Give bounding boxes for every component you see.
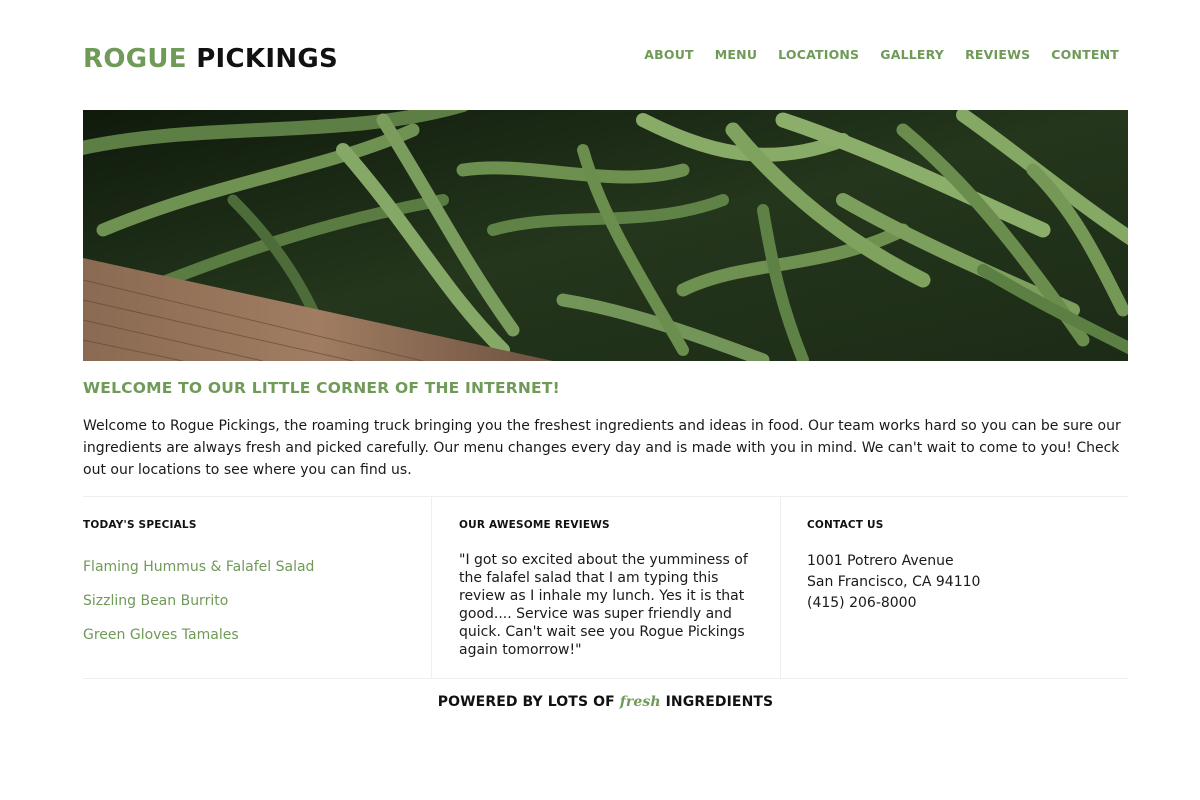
logo-word-pickings: PICKINGS [196, 44, 339, 74]
contact-section: CONTACT US 1001 Potrero Avenue San Franc… [780, 497, 1128, 678]
site-footer: POWERED BY LOTS OF fresh INGREDIENTS [83, 694, 1128, 710]
special-item-bean-burrito[interactable]: Sizzling Bean Burrito [83, 592, 411, 610]
logo-word-rogue: ROGUE [83, 44, 187, 74]
contact-details: 1001 Potrero Avenue San Francisco, CA 94… [807, 551, 1128, 614]
review-quote: "I got so excited about the yumminess of… [459, 552, 748, 658]
specials-list: Flaming Hummus & Falafel Salad Sizzling … [83, 558, 411, 644]
specials-section: TODAY'S SPECIALS Flaming Hummus & Falafe… [83, 497, 431, 678]
nav-content[interactable]: CONTENT [1051, 47, 1119, 62]
site-logo[interactable]: ROGUE PICKINGS [83, 44, 338, 74]
footer-text-before: POWERED BY LOTS OF [437, 694, 615, 710]
nav-locations[interactable]: LOCATIONS [778, 47, 859, 62]
contact-heading: CONTACT US [807, 519, 884, 531]
nav-menu[interactable]: MENU [715, 47, 757, 62]
reviews-section: OUR AWESOME REVIEWS "I got so excited ab… [431, 497, 780, 678]
hero-image-green-beans [83, 110, 1128, 361]
site-header: ROGUE PICKINGS ABOUT MENU LOCATIONS GALL… [83, 0, 1128, 110]
main-nav: ABOUT MENU LOCATIONS GALLERY REVIEWS CON… [644, 47, 1119, 62]
special-item-hummus-falafel[interactable]: Flaming Hummus & Falafel Salad [83, 558, 411, 576]
nav-gallery[interactable]: GALLERY [880, 47, 944, 62]
footer-text-after: INGREDIENTS [665, 694, 774, 710]
welcome-paragraph: Welcome to Rogue Pickings, the roaming t… [83, 418, 1121, 478]
nav-reviews[interactable]: REVIEWS [965, 47, 1030, 62]
contact-address-line1: 1001 Potrero Avenue [807, 553, 954, 569]
specials-heading: TODAY'S SPECIALS [83, 519, 197, 531]
nav-about[interactable]: ABOUT [644, 47, 694, 62]
page: ROGUE PICKINGS ABOUT MENU LOCATIONS GALL… [83, 0, 1128, 710]
contact-address-line2: San Francisco, CA 94110 [807, 574, 981, 590]
welcome-heading: WELCOME TO OUR LITTLE CORNER OF THE INTE… [83, 379, 560, 397]
footer-fresh-word: fresh [619, 694, 661, 710]
special-item-tamales[interactable]: Green Gloves Tamales [83, 626, 411, 644]
contact-phone[interactable]: (415) 206-8000 [807, 593, 1128, 614]
reviews-heading: OUR AWESOME REVIEWS [459, 519, 610, 531]
info-columns: TODAY'S SPECIALS Flaming Hummus & Falafe… [83, 496, 1128, 679]
